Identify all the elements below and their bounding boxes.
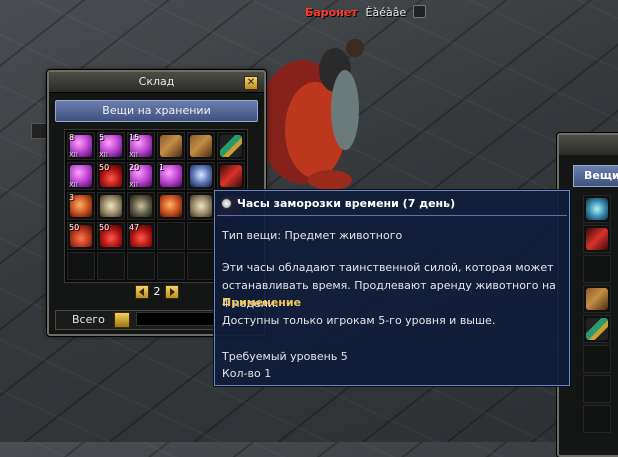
- item-grade: XII: [69, 181, 78, 189]
- total-label: Всего: [72, 313, 105, 326]
- relic-item-icon: [160, 135, 182, 157]
- teal-item-icon: [586, 198, 608, 220]
- sword-item-icon: [586, 318, 608, 340]
- guild-emblem-icon: [413, 5, 427, 18]
- skull-item-icon: [190, 165, 212, 187]
- storage-slot[interactable]: [97, 252, 125, 280]
- item-grade: XII: [129, 181, 138, 189]
- item-grade: XII: [69, 151, 78, 159]
- item-quantity: 5: [99, 133, 105, 142]
- storage-slot[interactable]: [187, 222, 215, 250]
- storage-slot[interactable]: 20 XII: [127, 162, 155, 190]
- item-quantity: 15: [129, 133, 140, 142]
- item-type: Тип вещи: Предмет животного: [222, 229, 403, 242]
- item-count: Кол-во 1: [222, 367, 272, 380]
- tab-stored-items[interactable]: Вещи на хранении: [55, 100, 258, 122]
- close-button[interactable]: ✕: [244, 76, 258, 90]
- clock-icon: [221, 198, 232, 209]
- storage-slot[interactable]: [127, 192, 155, 220]
- red-gem-item-icon: [586, 228, 608, 250]
- storage-slot[interactable]: 8 XII: [67, 132, 95, 160]
- storage-slot[interactable]: [217, 162, 245, 190]
- storage-slot[interactable]: 50: [67, 222, 95, 250]
- coin-icon[interactable]: [114, 312, 130, 328]
- skill-quickslot-icon[interactable]: [31, 123, 47, 139]
- sword-item-icon: [220, 135, 242, 157]
- storage-slot[interactable]: [187, 252, 215, 280]
- player-character[interactable]: [255, 30, 405, 195]
- item-quantity: 47: [129, 223, 140, 232]
- storage-title: Склад: [49, 72, 264, 93]
- inventory-slot[interactable]: [583, 375, 611, 403]
- red-gem-item-icon: [220, 165, 242, 187]
- item-grade: XII: [99, 151, 108, 159]
- helm-item-icon: [130, 195, 152, 217]
- storage-slot[interactable]: 5 XII: [97, 132, 125, 160]
- divider: [217, 215, 567, 216]
- item-quantity: 50: [99, 163, 110, 172]
- next-page-button[interactable]: [165, 285, 179, 299]
- storage-slot[interactable]: 50: [97, 222, 125, 250]
- inventory-slot[interactable]: [583, 345, 611, 373]
- player-name: Èàéàâe: [365, 6, 407, 19]
- inventory-slot[interactable]: [583, 315, 611, 343]
- storage-slot[interactable]: [67, 252, 95, 280]
- inventory-title-bar: [559, 135, 618, 155]
- storage-slot[interactable]: [187, 162, 215, 190]
- arrow-right-icon: [170, 288, 175, 296]
- item-quantity: 3: [69, 193, 75, 202]
- storage-slot[interactable]: XII: [67, 162, 95, 190]
- storage-slot[interactable]: [157, 222, 185, 250]
- relic-item-icon: [190, 135, 212, 157]
- inventory-slot[interactable]: [583, 255, 611, 283]
- meat-item-icon: [160, 195, 182, 217]
- storage-slot[interactable]: [157, 132, 185, 160]
- storage-slot[interactable]: [127, 252, 155, 280]
- inventory-grid: [583, 195, 611, 433]
- storage-slot[interactable]: 1: [157, 162, 185, 190]
- item-quantity: 50: [99, 223, 110, 232]
- storage-slot[interactable]: [157, 192, 185, 220]
- item-quantity: 1: [159, 163, 165, 172]
- relic-item-icon: [586, 288, 608, 310]
- player-nameplate: Баронет Èàéàâe: [305, 5, 427, 19]
- inventory-slot[interactable]: [583, 285, 611, 313]
- usage-text: Доступны только игрокам 5-го уровня и вы…: [222, 314, 496, 327]
- item-name: Часы заморозки времени (7 день): [237, 197, 456, 210]
- pagination: 2: [135, 285, 179, 299]
- storage-slot[interactable]: 47: [127, 222, 155, 250]
- storage-slot[interactable]: 15 XII: [127, 132, 155, 160]
- storage-slot[interactable]: [187, 192, 215, 220]
- item-quantity: 8: [69, 133, 75, 142]
- storage-slot[interactable]: [187, 132, 215, 160]
- inventory-slot[interactable]: [583, 225, 611, 253]
- item-quantity: 20: [129, 163, 140, 172]
- ornament-item-icon: [100, 195, 122, 217]
- inventory-slot[interactable]: [583, 405, 611, 433]
- usage-heading: Применение: [222, 296, 302, 309]
- ornament-item-icon: [190, 195, 212, 217]
- inventory-slot[interactable]: [583, 195, 611, 223]
- item-tooltip: Часы заморозки времени (7 день) Тип вещи…: [214, 190, 570, 386]
- required-level: Требуемый уровень 5: [222, 350, 348, 363]
- storage-slot[interactable]: [97, 192, 125, 220]
- storage-slot[interactable]: [217, 132, 245, 160]
- item-quantity: 50: [69, 223, 80, 232]
- storage-slot[interactable]: 3: [67, 192, 95, 220]
- storage-slot[interactable]: 50: [97, 162, 125, 190]
- item-grade: XII: [129, 151, 138, 159]
- tab-items[interactable]: Вещи: [573, 165, 618, 187]
- player-rank: Баронет: [305, 6, 358, 19]
- storage-slot[interactable]: [157, 252, 185, 280]
